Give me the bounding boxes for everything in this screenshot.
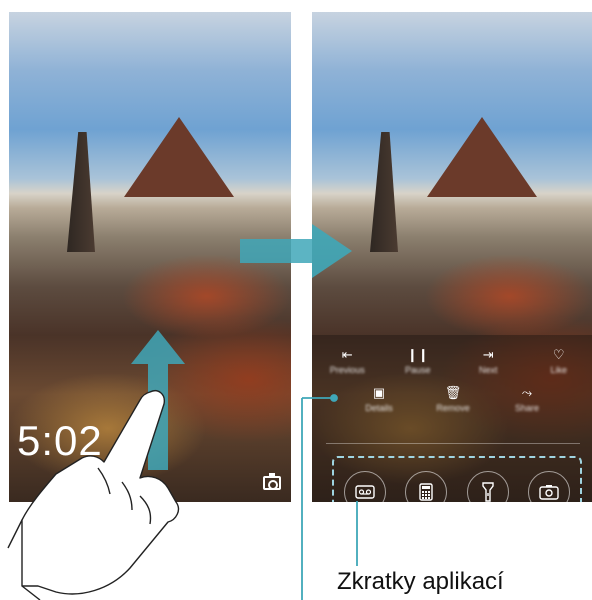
app-shortcuts-caption: Zkratky aplikací: [337, 568, 504, 595]
left-lock-screen: 5:02: [9, 12, 291, 502]
calculator-app-button[interactable]: [405, 471, 448, 502]
pause-label: Pause: [404, 365, 431, 375]
details-button[interactable]: ▣ Details: [342, 385, 416, 413]
wallpaper-mesa: [427, 117, 537, 197]
calculator-icon: [419, 483, 434, 501]
trash-icon: 🗑: [444, 385, 462, 400]
share-icon: ⤳: [521, 385, 533, 400]
next-button[interactable]: ⇥ Next: [458, 347, 518, 375]
swipe-up-arrow-icon: [131, 330, 185, 470]
camera-icon: [539, 485, 559, 500]
next-label: Next: [478, 365, 498, 375]
pause-button[interactable]: ❙❙ Pause: [388, 347, 448, 375]
share-label: Share: [514, 403, 540, 413]
share-button[interactable]: ⤳ Share: [490, 385, 564, 413]
lock-screen-panel: ⇤ Previous ❙❙ Pause ⇥ Next ♡ Like ▣ Deta…: [312, 335, 592, 502]
panel-shortcuts: ▣ Details 🗑 Remove ⤳ Share: [342, 385, 564, 413]
remove-button[interactable]: 🗑 Remove: [416, 385, 490, 413]
previous-label: Previous: [329, 365, 365, 375]
heart-icon: ♡: [552, 347, 565, 362]
right-lock-screen: ⇤ Previous ❙❙ Pause ⇥ Next ♡ Like ▣ Deta…: [312, 12, 592, 502]
previous-icon: ⇤: [341, 347, 353, 362]
camera-icon[interactable]: [263, 473, 281, 490]
panel-divider: [326, 443, 580, 444]
previous-button[interactable]: ⇤ Previous: [317, 347, 377, 375]
next-icon: ⇥: [482, 347, 494, 362]
flashlight-icon: [481, 482, 494, 502]
briefcase-icon: ▣: [372, 385, 386, 400]
pause-icon: ❙❙: [406, 347, 429, 362]
remove-label: Remove: [436, 403, 470, 413]
wallpaper-mesa: [124, 117, 234, 197]
recorder-app-button[interactable]: [344, 471, 386, 502]
camera-app-button[interactable]: [527, 471, 570, 502]
like-label: Like: [550, 365, 567, 375]
recorder-icon: [355, 485, 375, 499]
like-button[interactable]: ♡ Like: [529, 347, 589, 375]
app-shortcuts-dock: [332, 456, 582, 502]
details-label: Details: [365, 403, 393, 413]
media-controls: ⇤ Previous ❙❙ Pause ⇥ Next ♡ Like: [312, 347, 592, 375]
lock-clock: 5:02: [17, 417, 103, 464]
flashlight-app-button[interactable]: [466, 471, 509, 502]
